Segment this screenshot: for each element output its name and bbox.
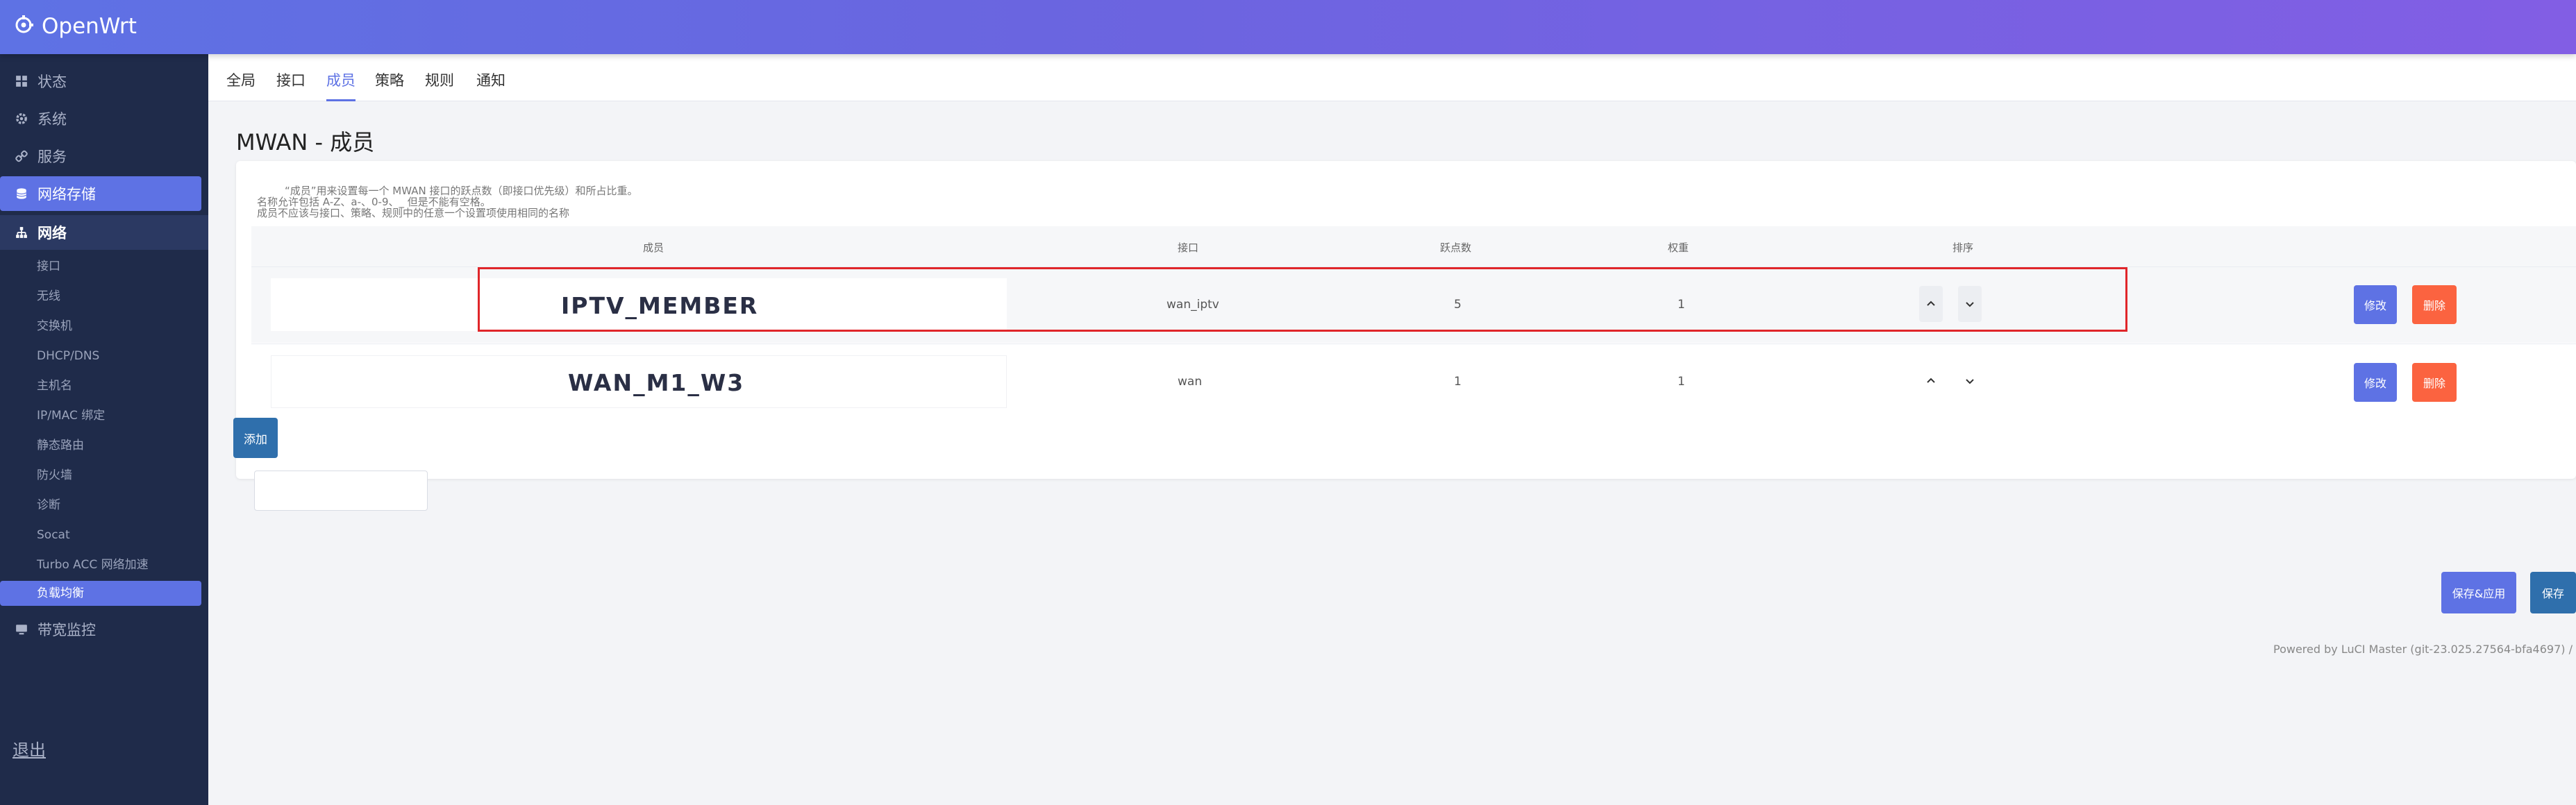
sidebar-item-label: 系统 [37,111,67,128]
tab-interfaces[interactable]: 接口 [276,69,306,101]
chevron-down-icon [1966,379,1974,384]
sidebar-subitem-socat[interactable]: Socat [37,523,70,548]
column-header-sort: 排序 [1952,242,1974,254]
sidebar-item-bandwidth-monitor[interactable]: 带宽监控 [0,612,208,647]
column-header-interface: 接口 [1178,242,1199,254]
openwrt-logo-icon [12,14,35,39]
sidebar: 状态 系统 服务 网络存储 网络 接口 无线 交换机 DHCP/DNS 主机名 … [0,54,208,805]
brand-logo[interactable]: OpenWrt [12,12,137,40]
sidebar-subitem-dhcp-dns[interactable]: DHCP/DNS [37,344,99,368]
sidebar-subitem-ip-mac-binding[interactable]: IP/MAC 绑定 [37,403,105,428]
sidebar-subitem-hostnames[interactable]: 主机名 [37,373,72,398]
logout-link[interactable]: 退出 [12,736,46,761]
table-row: WAN_M1_W3 wan 1 1 修改 删除 [251,344,2576,420]
sidebar-item-label: 服务 [37,149,67,165]
chevron-up-icon [1927,300,1935,306]
chevron-down-icon [1966,302,1974,307]
tab-members[interactable]: 成员 [326,69,356,101]
sidebar-subitem-load-balancing[interactable]: 负载均衡 [0,581,201,606]
section-description: 成员不应该与接口、策略、规则中的任意一个设置项使用相同的名称 [257,207,570,219]
column-header-member: 成员 [643,242,664,254]
weight-cell: 1 [1678,375,1685,389]
sidebar-item-services[interactable]: 服务 [0,139,208,173]
add-member-button[interactable]: 添加 [233,418,278,458]
sidebar-item-label: 状态 [37,74,67,90]
sidebar-subitem-static-routes[interactable]: 静态路由 [37,433,84,458]
tab-notify[interactable]: 通知 [476,69,505,101]
storage-icon [14,186,29,201]
sidebar-item-system[interactable]: 系统 [0,101,208,136]
new-member-name-input[interactable] [254,471,428,511]
tab-global[interactable]: 全局 [226,69,256,101]
move-up-button[interactable] [1919,363,1943,399]
sidebar-item-network-storage[interactable]: 网络存储 [0,176,201,211]
member-name: WAN_M1_W3 [568,369,745,396]
delete-button[interactable]: 删除 [2412,363,2457,402]
save-button[interactable]: 保存 [2530,572,2576,613]
page-title: MWAN - 成员 [236,129,375,155]
sidebar-subitem-diagnostics[interactable]: 诊断 [37,493,60,518]
move-down-button[interactable] [1958,286,1982,322]
tab-rules[interactable]: 规则 [425,69,454,101]
interface-cell: wan_iptv [1166,298,1219,312]
table-row: IPTV_MEMBER wan_iptv 5 1 修改 删除 [251,266,2576,343]
sidebar-item-network[interactable]: 网络 [0,215,208,250]
sidebar-subitem-turbo-acc[interactable]: Turbo ACC 网络加速 [37,552,149,577]
edit-button[interactable]: 修改 [2354,363,2397,402]
move-up-button[interactable] [1919,286,1943,322]
move-down-button[interactable] [1958,363,1982,399]
top-header: OpenWrt [0,0,2576,54]
sidebar-subitem-wireless[interactable]: 无线 [37,284,60,309]
footer-text: Powered by LuCI Master (git-23.025.27564… [2273,643,2576,656]
sidebar-item-label: 带宽监控 [37,622,96,638]
table-header: 成员 接口 跃点数 权重 排序 [251,226,2576,266]
member-name: IPTV_MEMBER [561,292,759,319]
edit-button[interactable]: 修改 [2354,285,2397,324]
interface-cell: wan [1178,375,1203,389]
sidebar-item-label: 网络存储 [37,186,96,203]
gear-icon [14,111,29,126]
chevron-up-icon [1927,378,1935,383]
brand-name: OpenWrt [42,14,137,39]
dashboard-icon [14,74,29,89]
weight-cell: 1 [1678,298,1685,312]
main-content: 全局 接口 成员 策略 规则 通知 MWAN - 成员 “成员”用来设置每一个 … [208,54,2576,805]
members-section: “成员”用来设置每一个 MWAN 接口的跃点数（即接口优先级）和所占比重。 名称… [236,161,2576,511]
sidebar-subitem-interfaces[interactable]: 接口 [37,254,60,279]
delete-button[interactable]: 删除 [2412,285,2457,324]
sidebar-subitem-firewall[interactable]: 防火墙 [37,463,72,488]
link-icon [14,149,29,164]
save-and-apply-button[interactable]: 保存&应用 [2441,572,2516,613]
column-header-metric: 跃点数 [1440,242,1472,254]
sidebar-subitem-switch[interactable]: 交换机 [37,314,72,339]
tab-bar: 全局 接口 成员 策略 规则 通知 [208,54,2576,101]
network-icon [14,225,29,240]
metric-cell: 5 [1454,298,1462,312]
sidebar-item-label: 网络 [37,225,67,242]
sidebar-item-status[interactable]: 状态 [0,64,208,99]
metric-cell: 1 [1454,375,1462,389]
tab-policies[interactable]: 策略 [375,69,404,101]
monitor-icon [14,622,29,637]
column-header-weight: 权重 [1668,242,1689,254]
